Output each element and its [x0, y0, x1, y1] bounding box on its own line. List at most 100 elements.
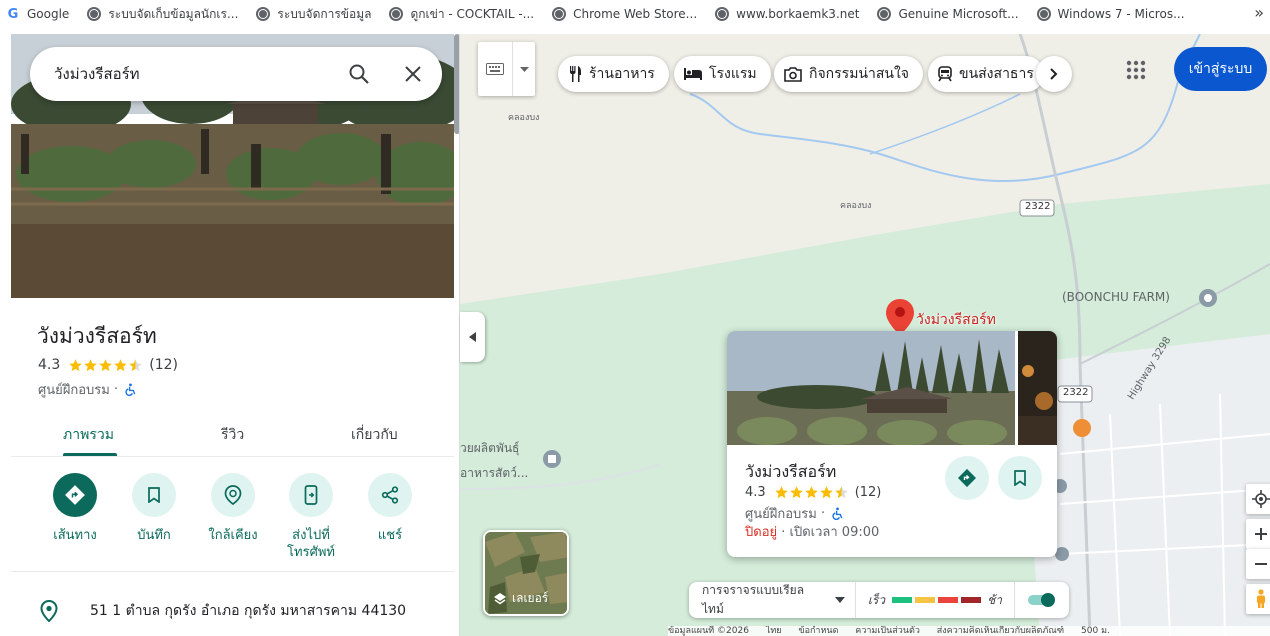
map-label-poi[interactable]: อาหารสัตว์...: [460, 464, 528, 483]
traffic-toggle[interactable]: [1015, 592, 1069, 608]
send-to-phone-label: ส่งไปที่ โทรศัพท์: [287, 528, 335, 560]
traffic-very-slow-swatch: [961, 597, 982, 603]
star-half-icon: [834, 486, 848, 499]
bookmark-item[interactable]: www.borkaemk3.net: [715, 0, 859, 28]
train-icon: [938, 66, 952, 82]
address-text: 51 1 ตำบล กุดรัง อำเภอ กุดรัง มหาสารคาม …: [90, 603, 407, 619]
sign-in-button[interactable]: เข้าสู่ระบบ: [1174, 47, 1267, 91]
search-input[interactable]: วังม่วงรีสอร์ท: [54, 62, 348, 86]
card-hours: ปิดอยู่ · เปิดเวลา 09:00: [745, 525, 880, 540]
address-row[interactable]: 51 1 ตำบล กุดรัง อำเภอ กุดรัง มหาสารคาม …: [38, 600, 406, 622]
place-category: ศูนย์ฝึกอบรม ·: [38, 379, 137, 400]
star-rating: [774, 485, 849, 500]
traffic-slow-swatch: [938, 597, 959, 603]
bookmark-item[interactable]: Genuine Microsoft...: [877, 0, 1019, 28]
star-icon: [69, 358, 83, 371]
minus-icon: [1255, 563, 1267, 565]
chevron-right-icon: [1050, 68, 1058, 80]
bookmark-item[interactable]: ระบบจัดการข้อมูล: [256, 0, 371, 28]
location-pin-icon: [40, 600, 58, 622]
globe-icon: [552, 7, 567, 21]
place-panel: วังม่วงรีสอร์ท วังม่วงรีสอร์ท 4.3 (12) ศ…: [0, 34, 460, 636]
active-tab-indicator: [63, 453, 117, 456]
chips-next-button[interactable]: [1036, 56, 1072, 92]
star-rating: [68, 358, 143, 373]
close-icon[interactable]: [404, 65, 422, 83]
star-half-icon: [129, 358, 143, 371]
star-icon: [819, 486, 833, 499]
tab-overview[interactable]: ภาพรวม: [63, 424, 114, 446]
place-tabs: ภาพรวม รีวิว เกี่ยวกับ: [11, 412, 454, 457]
place-photo[interactable]: [1018, 331, 1057, 445]
traffic-fast-swatch: [892, 597, 913, 603]
collapse-panel-button[interactable]: [460, 312, 485, 362]
bookmark-item[interactable]: Windows 7 - Micros...: [1036, 0, 1185, 28]
dropdown-arrow-icon: [834, 597, 845, 603]
street-view-pegman[interactable]: [1246, 584, 1270, 614]
input-tools-button[interactable]: [478, 42, 535, 96]
zoom-out-button[interactable]: [1246, 549, 1270, 579]
bookmark-item[interactable]: ระบบจัดเก็บข้อมูลนักเร...: [87, 0, 238, 28]
share-button[interactable]: แชร์: [350, 473, 430, 544]
send-to-phone-button[interactable]: ส่งไปที่ โทรศัพท์: [271, 473, 351, 561]
category-chip-hotels[interactable]: โรงแรม: [674, 56, 771, 92]
bookmark-google[interactable]: G Google: [6, 0, 70, 28]
marker-label[interactable]: วังม่วงรีสอร์ท: [916, 309, 996, 331]
card-directions-button[interactable]: [945, 456, 989, 500]
directions-button[interactable]: เส้นทาง: [35, 473, 115, 544]
map-label-poi[interactable]: (BOONCHU FARM): [1062, 290, 1170, 304]
card-place-name[interactable]: วังม่วงรีสอร์ท: [745, 460, 836, 485]
place-card[interactable]: วังม่วงรีสอร์ท 4.3 (12) ศูนย์ฝึกอบรม · ป…: [727, 331, 1057, 557]
bed-icon: [684, 68, 702, 80]
save-button[interactable]: บันทึก: [114, 473, 194, 544]
card-save-button[interactable]: [998, 456, 1042, 500]
nearby-icon: [211, 473, 255, 517]
layers-button[interactable]: เลเยอร์: [483, 530, 569, 616]
bookmarks-bar: G Google ระบบจัดเก็บข้อมูลนักเร... ระบบจั…: [0, 0, 1270, 28]
star-icon: [114, 358, 128, 371]
star-icon: [84, 358, 98, 371]
layers-icon: [494, 592, 506, 604]
divider: [11, 571, 454, 572]
zoom-in-button[interactable]: [1246, 519, 1270, 549]
traffic-legend: เร็ว ช้า: [856, 582, 1015, 618]
layers-label: เลเยอร์: [493, 589, 548, 608]
category-chip-things-to-do[interactable]: กิจกรรมน่าสนใจ: [774, 56, 924, 92]
map-label-poi[interactable]: วยผลิตพันธุ์: [460, 439, 519, 458]
map-road-shield: 2322: [1063, 387, 1089, 398]
plus-icon: [1255, 528, 1267, 540]
map-pin-icon[interactable]: [886, 299, 914, 335]
google-apps-icon[interactable]: [1124, 58, 1148, 82]
star-icon: [99, 358, 113, 371]
restaurant-icon: [570, 66, 581, 82]
wheelchair-icon: [832, 507, 843, 520]
bookmarks-overflow-button[interactable]: »: [1254, 3, 1264, 22]
card-rating: 4.3 (12): [745, 485, 882, 500]
category-link[interactable]: ศูนย์ฝึกอบรม: [38, 379, 110, 400]
review-count-link[interactable]: (12): [149, 357, 178, 373]
tab-about[interactable]: เกี่ยวกับ: [351, 424, 398, 446]
traffic-moderate-swatch: [915, 597, 936, 603]
search-icon[interactable]: [348, 63, 370, 85]
panel-scrollbar[interactable]: [454, 34, 459, 134]
pegman-icon: [1257, 589, 1265, 608]
map-label-river: คลองบง: [508, 113, 540, 123]
traffic-mode-select[interactable]: การจราจรแบบเรียลไทม์: [689, 582, 856, 618]
nearby-button[interactable]: ใกล้เคียง: [193, 473, 273, 544]
map-road-shield: 2322: [1025, 201, 1051, 212]
category-chip-transit[interactable]: ขนส่งสาธาร: [928, 56, 1044, 92]
wheelchair-icon: [125, 383, 136, 396]
bookmark-icon: [132, 473, 176, 517]
place-photo[interactable]: [727, 331, 1015, 445]
bookmark-item[interactable]: ดูกเข่า - COCKTAIL -...: [389, 0, 534, 28]
directions-icon: [958, 469, 976, 487]
search-box[interactable]: วังม่วงรีสอร์ท: [30, 47, 442, 101]
my-location-button[interactable]: [1246, 484, 1270, 514]
directions-icon: [53, 473, 97, 517]
chevron-left-icon: [469, 332, 476, 342]
toggle-switch: [1028, 593, 1055, 607]
bookmark-item[interactable]: Chrome Web Store...: [552, 0, 697, 28]
category-chip-restaurants[interactable]: ร้านอาหาร: [558, 56, 669, 92]
traffic-bar: การจราจรแบบเรียลไทม์ เร็ว ช้า: [689, 582, 1069, 618]
tab-reviews[interactable]: รีวิว: [221, 424, 244, 446]
